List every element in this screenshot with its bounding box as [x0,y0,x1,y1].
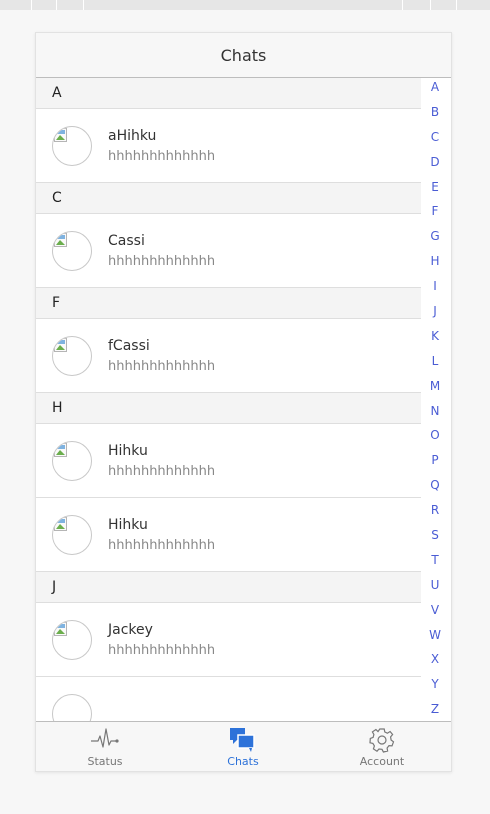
index-letter[interactable]: H [422,249,448,274]
chat-bubbles-icon [228,726,258,758]
alphabet-index[interactable]: A B C D E F G H I J K L M N O P Q R S T … [422,75,448,722]
index-letter[interactable]: S [422,523,448,548]
index-letter[interactable]: F [422,199,448,224]
avatar [52,231,92,271]
index-letter[interactable]: Q [422,473,448,498]
page-title: Chats [36,33,451,78]
browser-top-strip [0,0,490,10]
contact-last-message: hhhhhhhhhhhhh [108,254,216,269]
broken-image-icon [54,128,67,142]
broken-image-icon [54,338,67,352]
index-letter[interactable]: I [422,274,448,299]
contact-row[interactable]: Cassi hhhhhhhhhhhhh [36,214,421,288]
index-letter[interactable]: V [422,598,448,623]
strip-divider [56,0,57,10]
tab-account[interactable]: Account [313,722,451,771]
avatar [52,620,92,660]
broken-image-icon [54,443,67,457]
section-header-j: J [36,572,421,603]
contact-last-message: hhhhhhhhhhhhh [108,538,216,553]
contact-last-message: hhhhhhhhhhhhh [108,149,216,164]
contact-name: Cassi [108,233,145,249]
contact-name: aHihku [108,128,157,144]
index-letter[interactable]: C [422,125,448,150]
contact-row[interactable]: fCassi hhhhhhhhhhhhh [36,319,421,393]
index-letter[interactable]: G [422,224,448,249]
index-letter[interactable]: Y [422,672,448,697]
broken-image-icon [54,622,67,636]
strip-divider [402,0,403,10]
avatar [52,441,92,481]
index-letter[interactable]: U [422,573,448,598]
avatar [52,336,92,376]
index-letter[interactable]: J [422,299,448,324]
index-letter[interactable]: X [422,647,448,672]
section-header-a: A [36,78,421,109]
tab-label: Chats [227,755,259,768]
section-header-f: F [36,288,421,319]
contact-row[interactable]: aHihku hhhhhhhhhhhhh [36,109,421,183]
avatar [52,126,92,166]
index-letter[interactable]: B [422,100,448,125]
contact-row[interactable]: Hihku hhhhhhhhhhhhh [36,424,421,498]
avatar [52,694,92,721]
broken-image-icon [54,233,67,247]
index-letter[interactable]: N [422,399,448,424]
index-letter[interactable]: P [422,448,448,473]
contact-row[interactable]: Jackey hhhhhhhhhhhhh [36,603,421,677]
index-letter[interactable]: T [422,548,448,573]
index-letter[interactable]: O [422,423,448,448]
strip-divider [456,0,457,10]
index-letter[interactable]: W [422,623,448,648]
index-letter[interactable]: K [422,324,448,349]
tab-label: Status [87,755,123,768]
index-letter[interactable]: A [422,75,448,100]
index-letter[interactable]: E [422,175,448,200]
strip-divider [83,0,84,10]
index-letter[interactable]: R [422,498,448,523]
chat-app-window: Chats A aHihku hhhhhhhhhhhhh C Cassi hhh… [35,32,452,772]
broken-image-icon [54,517,67,531]
contact-last-message: hhhhhhhhhhhhh [108,643,216,658]
contact-name: Jackey [108,622,153,638]
gear-icon [367,726,397,758]
tab-chats[interactable]: Chats [174,722,312,771]
contact-name: Hihku [108,517,148,533]
section-header-c: C [36,183,421,214]
index-letter[interactable]: L [422,349,448,374]
contact-row[interactable] [36,677,421,721]
pulse-icon [90,726,120,758]
contact-last-message: hhhhhhhhhhhhh [108,464,216,479]
bottom-tab-bar: Status Chats Account [36,721,451,771]
contact-name: Hihku [108,443,148,459]
index-letter[interactable]: Z [422,697,448,722]
contact-list[interactable]: A aHihku hhhhhhhhhhhhh C Cassi hhhhhhhhh… [36,78,421,721]
strip-divider [430,0,431,10]
contact-row[interactable]: Hihku hhhhhhhhhhhhh [36,498,421,572]
tab-label: Account [359,755,405,768]
index-letter[interactable]: M [422,374,448,399]
tab-status[interactable]: Status [36,722,174,771]
index-letter[interactable]: D [422,150,448,175]
contact-last-message: hhhhhhhhhhhhh [108,359,216,374]
section-header-h: H [36,393,421,424]
contact-name: fCassi [108,338,150,354]
strip-divider [31,0,32,10]
avatar [52,515,92,555]
